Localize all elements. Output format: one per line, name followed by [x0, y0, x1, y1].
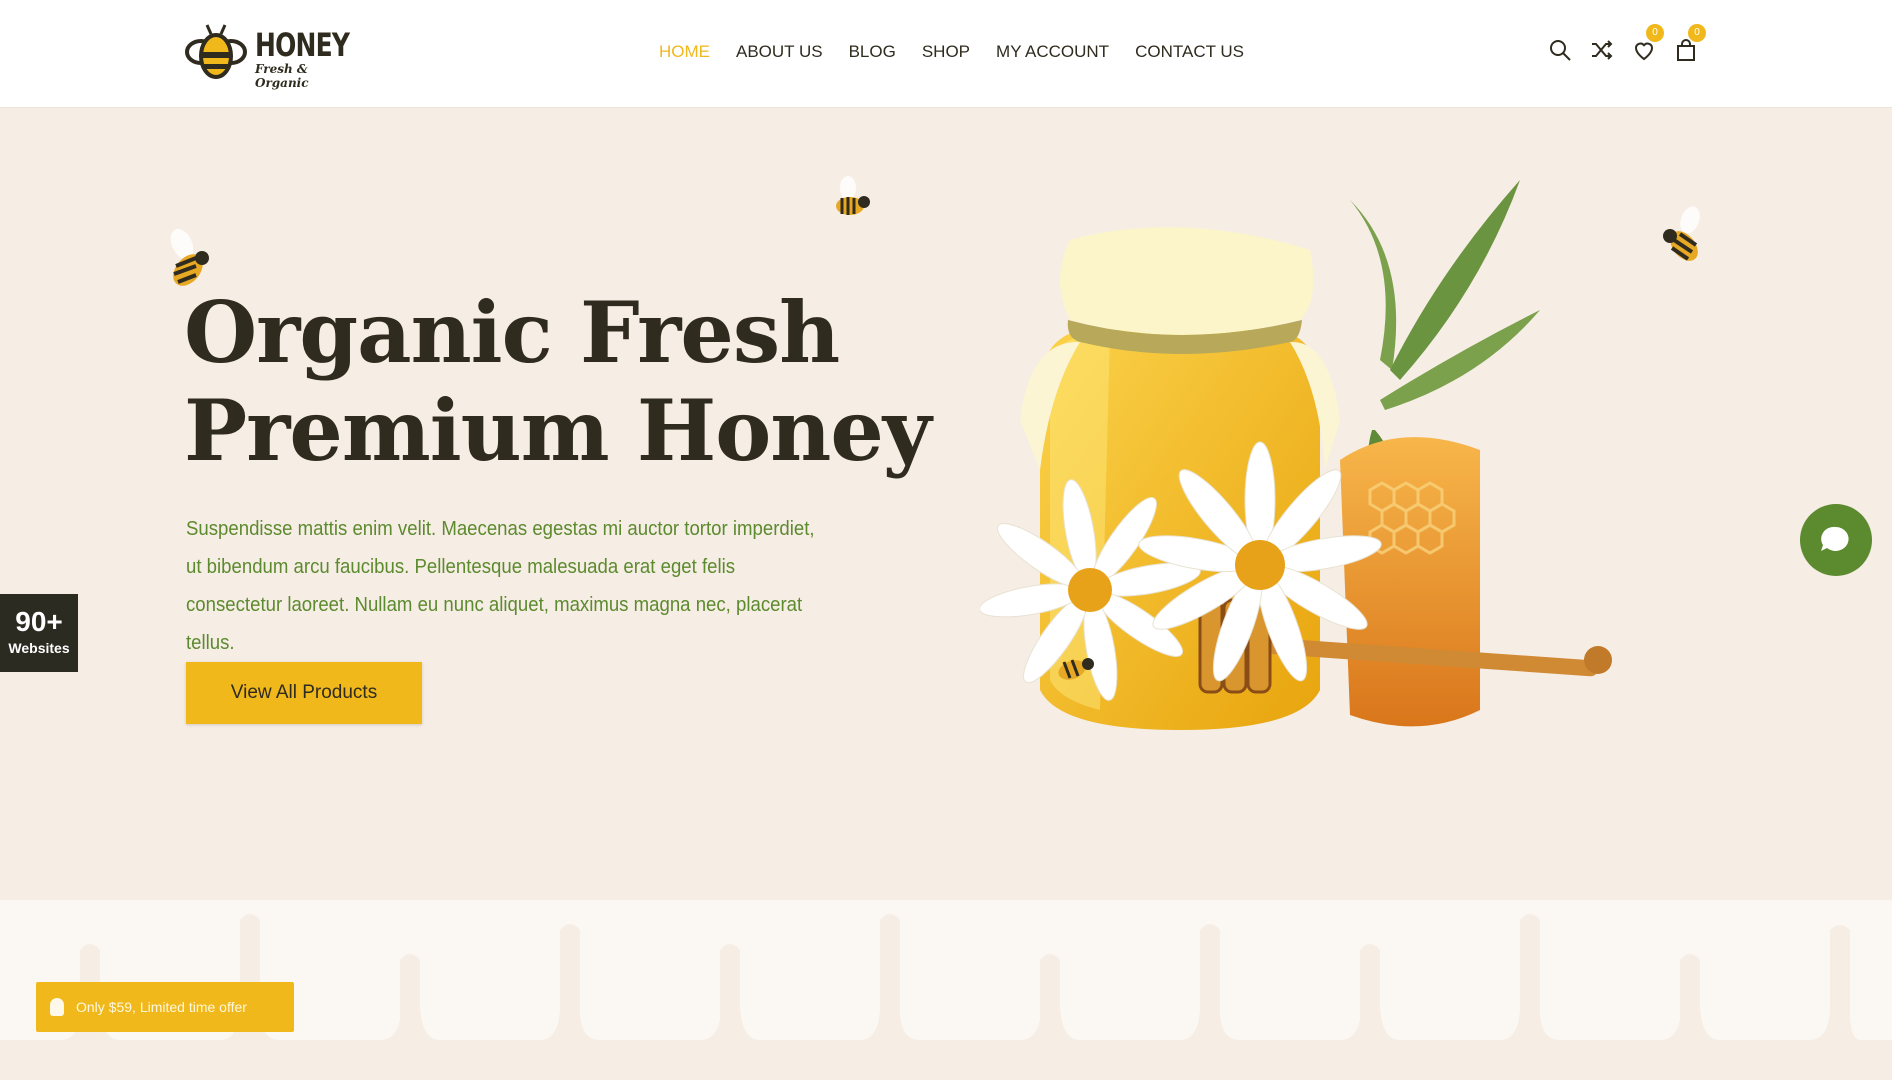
nav-contact-us[interactable]: CONTACT US [1135, 42, 1244, 62]
nav-shop[interactable]: SHOP [922, 42, 970, 62]
hero-title: Organic Fresh Premium Honey [184, 283, 932, 480]
logo-subtitle: Fresh & Organic [255, 62, 309, 90]
nav-home[interactable]: HOME [659, 42, 710, 62]
nav-my-account[interactable]: MY ACCOUNT [996, 42, 1109, 62]
hero-description: Suspendisse mattis enim velit. Maecenas … [186, 518, 815, 654]
logo-title: HONEY [255, 26, 350, 64]
bee-logo-icon [185, 24, 247, 79]
search-button[interactable] [1548, 38, 1572, 62]
nav-about-us[interactable]: ABOUT US [736, 42, 823, 62]
offer-text: Only $59, Limited time offer [76, 999, 247, 1015]
compare-button[interactable] [1590, 38, 1614, 62]
drop-icon [50, 998, 64, 1016]
honey-jar-illustration [980, 180, 1612, 730]
hero-title-line-2: Premium Honey [184, 381, 932, 480]
site-header: HONEY Fresh & Organic HOME ABOUT US BLOG… [0, 0, 1892, 107]
cart-button[interactable]: 0 [1674, 24, 1706, 62]
search-icon [1550, 40, 1571, 61]
hero-title-line-1: Organic Fresh [184, 283, 840, 382]
chat-bubble-icon [1821, 526, 1849, 551]
cart-count-badge: 0 [1688, 24, 1706, 42]
bee-illustration [836, 176, 870, 215]
websites-count-badge[interactable]: 90+ Websites [0, 594, 78, 672]
websites-count-label: Websites [8, 640, 70, 656]
shuffle-icon [1592, 40, 1613, 60]
site-logo[interactable]: HONEY Fresh & Organic [185, 22, 350, 90]
main-nav: HOME ABOUT US BLOG SHOP MY ACCOUNT CONTA… [659, 42, 1270, 62]
websites-count-number: 90+ [15, 606, 63, 637]
wishlist-button[interactable]: 0 [1632, 24, 1664, 62]
header-icons: 0 0 [1548, 24, 1716, 62]
wishlist-count-badge: 0 [1646, 24, 1664, 42]
bee-illustration [170, 228, 209, 286]
chat-button[interactable] [1800, 504, 1872, 576]
view-all-products-button[interactable]: View All Products [186, 662, 422, 724]
nav-blog[interactable]: BLOG [849, 42, 896, 62]
limited-offer-banner[interactable]: Only $59, Limited time offer [36, 982, 294, 1032]
